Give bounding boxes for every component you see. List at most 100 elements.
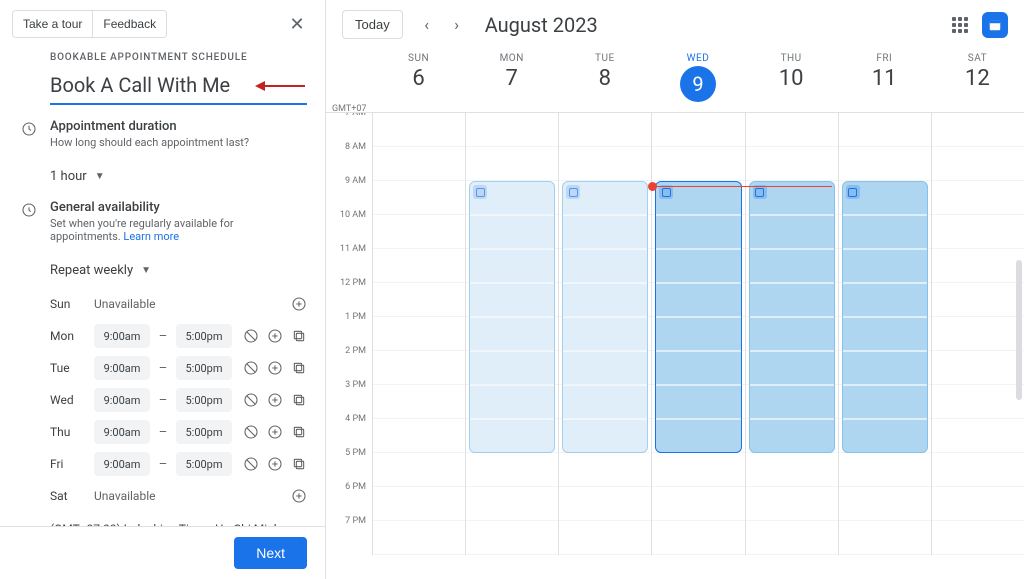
availability-block[interactable]: [469, 181, 555, 453]
close-icon[interactable]: ✕: [281, 8, 313, 40]
end-time-input[interactable]: 5:00pm: [176, 452, 232, 476]
day-of-week: MON: [465, 53, 558, 64]
hour-label: 10 AM: [326, 210, 372, 244]
day-header[interactable]: SUN 6: [372, 49, 465, 112]
remove-period-icon[interactable]: [243, 360, 259, 376]
hour-label: 7 PM: [326, 516, 372, 550]
add-period-icon[interactable]: [267, 424, 283, 440]
day-of-week: WED: [651, 53, 744, 64]
prev-week-button[interactable]: ‹: [413, 11, 441, 39]
calendar-app-icon[interactable]: [982, 12, 1008, 38]
day-header[interactable]: WED9: [651, 49, 744, 112]
hour-label: 8 AM: [326, 142, 372, 176]
day-column[interactable]: [372, 113, 465, 555]
hour-label: 12 PM: [326, 278, 372, 312]
hour-label: 5 PM: [326, 448, 372, 482]
next-button[interactable]: Next: [234, 537, 307, 569]
remove-period-icon[interactable]: [243, 424, 259, 440]
duration-dropdown[interactable]: 1 hour▼: [50, 163, 105, 190]
remove-period-icon[interactable]: [243, 392, 259, 408]
day-header[interactable]: SAT12: [931, 49, 1024, 112]
add-period-icon[interactable]: [267, 328, 283, 344]
end-time-input[interactable]: 5:00pm: [176, 420, 232, 444]
timezone-dropdown[interactable]: (GMT+07:00) Indochina Time - Ho Chi Minh…: [50, 512, 307, 526]
start-time-input[interactable]: 9:00am: [94, 420, 150, 444]
feedback-button[interactable]: Feedback: [93, 11, 166, 37]
duration-desc: How long should each appointment last?: [50, 136, 307, 149]
day-column[interactable]: [931, 113, 1024, 555]
hour-label: 6 PM: [326, 482, 372, 516]
next-week-button[interactable]: ›: [443, 11, 471, 39]
annotation-arrow: [255, 79, 305, 93]
repeat-dropdown[interactable]: Repeat weekly▼: [50, 257, 151, 284]
copy-to-all-icon[interactable]: [291, 328, 307, 344]
end-time-input[interactable]: 5:00pm: [176, 356, 232, 380]
day-column[interactable]: [838, 113, 931, 555]
start-time-input[interactable]: 9:00am: [94, 452, 150, 476]
day-label: Sun: [50, 297, 88, 311]
chevron-down-icon: ▼: [141, 265, 151, 276]
scrollbar[interactable]: [1016, 260, 1022, 400]
day-header[interactable]: THU10: [745, 49, 838, 112]
day-of-week: TUE: [558, 53, 651, 64]
day-header[interactable]: TUE8: [558, 49, 651, 112]
day-header[interactable]: MON 7: [465, 49, 558, 112]
start-time-input[interactable]: 9:00am: [94, 356, 150, 380]
hour-label: 7 AM: [326, 113, 372, 142]
availability-day-row: Sun Unavailable: [50, 288, 307, 320]
availability-day-row: Mon 9:00am – 5:00pm: [50, 320, 307, 352]
today-button[interactable]: Today: [342, 10, 403, 39]
day-number: 10: [745, 66, 838, 91]
day-label: Tue: [50, 361, 88, 375]
remove-period-icon[interactable]: [243, 456, 259, 472]
day-header[interactable]: FRI 11: [838, 49, 931, 112]
day-number: 6: [372, 66, 465, 91]
start-time-input[interactable]: 9:00am: [94, 324, 150, 348]
block-handle-icon[interactable]: [753, 185, 767, 199]
take-tour-button[interactable]: Take a tour: [13, 11, 93, 37]
availability-block[interactable]: [562, 181, 648, 453]
appointment-schedule-panel: Take a tour Feedback ✕ BOOKABLE APPOINTM…: [0, 0, 326, 579]
day-column[interactable]: [558, 113, 651, 555]
end-time-input[interactable]: 5:00pm: [176, 388, 232, 412]
availability-day-row: Wed 9:00am – 5:00pm: [50, 384, 307, 416]
block-handle-icon[interactable]: [473, 185, 487, 199]
chevron-down-icon: ▼: [95, 171, 105, 182]
current-time-indicator: [653, 186, 831, 187]
availability-block[interactable]: [842, 181, 928, 453]
day-label: Mon: [50, 329, 88, 343]
add-period-icon[interactable]: [267, 456, 283, 472]
day-column[interactable]: [745, 113, 838, 555]
remove-period-icon[interactable]: [243, 328, 259, 344]
start-time-input[interactable]: 9:00am: [94, 388, 150, 412]
copy-to-all-icon[interactable]: [291, 424, 307, 440]
day-number: 7: [465, 66, 558, 91]
day-number: 11: [838, 66, 931, 91]
add-period-icon[interactable]: [267, 392, 283, 408]
add-period-icon[interactable]: [291, 488, 307, 504]
duration-icon: [18, 119, 40, 149]
add-period-icon[interactable]: [291, 296, 307, 312]
block-handle-icon[interactable]: [846, 185, 860, 199]
hour-label: 1 PM: [326, 312, 372, 346]
day-of-week: FRI: [838, 53, 931, 64]
day-of-week: SAT: [931, 53, 1024, 64]
learn-more-link[interactable]: Learn more: [123, 230, 179, 243]
copy-to-all-icon[interactable]: [291, 392, 307, 408]
availability-day-row: Fri 9:00am – 5:00pm: [50, 448, 307, 480]
copy-to-all-icon[interactable]: [291, 360, 307, 376]
availability-block[interactable]: [749, 181, 835, 453]
availability-block[interactable]: [655, 181, 741, 453]
add-period-icon[interactable]: [267, 360, 283, 376]
end-time-input[interactable]: 5:00pm: [176, 324, 232, 348]
apps-icon[interactable]: [952, 17, 968, 33]
day-column[interactable]: [465, 113, 558, 555]
hour-label: 11 AM: [326, 244, 372, 278]
day-column[interactable]: [651, 113, 744, 555]
copy-to-all-icon[interactable]: [291, 456, 307, 472]
block-handle-icon[interactable]: [659, 185, 673, 199]
day-label: Fri: [50, 457, 88, 471]
day-of-week: SUN: [372, 53, 465, 64]
section-label: BOOKABLE APPOINTMENT SCHEDULE: [0, 40, 325, 69]
block-handle-icon[interactable]: [566, 185, 580, 199]
